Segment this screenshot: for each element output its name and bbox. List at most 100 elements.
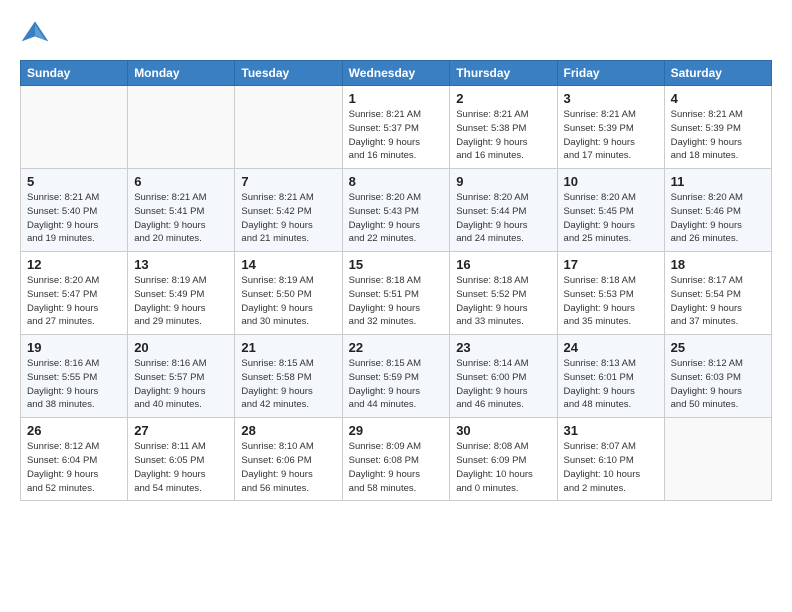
day-number: 1 bbox=[349, 91, 444, 106]
day-number: 27 bbox=[134, 423, 228, 438]
day-info: Sunrise: 8:14 AM Sunset: 6:00 PM Dayligh… bbox=[456, 357, 550, 412]
day-cell: 2Sunrise: 8:21 AM Sunset: 5:38 PM Daylig… bbox=[450, 86, 557, 169]
day-info: Sunrise: 8:16 AM Sunset: 5:55 PM Dayligh… bbox=[27, 357, 121, 412]
day-info: Sunrise: 8:12 AM Sunset: 6:04 PM Dayligh… bbox=[27, 440, 121, 495]
day-info: Sunrise: 8:19 AM Sunset: 5:49 PM Dayligh… bbox=[134, 274, 228, 329]
day-cell: 6 Sunrise: 8:21 AM Sunset: 5:41 PM Daylig… bbox=[128, 169, 235, 252]
day-cell: 18 Sunrise: 8:17 AM Sunset: 5:54 PM Dayli… bbox=[664, 252, 771, 335]
day-cell: 5 Sunrise: 8:21 AM Sunset: 5:40 PM Daylig… bbox=[21, 169, 128, 252]
day-number: 22 bbox=[349, 340, 444, 355]
header-day: Thursday bbox=[450, 61, 557, 86]
calendar-header: SundayMondayTuesdayWednesdayThursdayFrid… bbox=[21, 61, 772, 86]
day-info: Sunrise: 8:17 AM Sunset: 5:54 PM Dayligh… bbox=[671, 274, 765, 329]
day-number: 30 bbox=[456, 423, 550, 438]
page: SundayMondayTuesdayWednesdayThursdayFrid… bbox=[0, 0, 792, 521]
day-info: Sunrise: 8:15 AM Sunset: 5:59 PM Dayligh… bbox=[349, 357, 444, 412]
day-cell: 28Sunrise: 8:10 AM Sunset: 6:06 PM Dayli… bbox=[235, 418, 342, 501]
header-day: Saturday bbox=[664, 61, 771, 86]
day-info: Sunrise: 8:11 AM Sunset: 6:05 PM Dayligh… bbox=[134, 440, 228, 495]
day-info: Sunrise: 8:21 AM Sunset: 5:38 PM Dayligh… bbox=[456, 108, 550, 163]
day-number: 6 bbox=[134, 174, 228, 189]
day-number: 5 bbox=[27, 174, 121, 189]
day-info: Sunrise: 8:21 AM Sunset: 5:40 PM Dayligh… bbox=[27, 191, 121, 246]
day-info: Sunrise: 8:18 AM Sunset: 5:53 PM Dayligh… bbox=[564, 274, 658, 329]
week-row: 12 Sunrise: 8:20 AM Sunset: 5:47 PM Dayli… bbox=[21, 252, 772, 335]
day-cell: 8 Sunrise: 8:20 AM Sunset: 5:43 PM Daylig… bbox=[342, 169, 450, 252]
day-info: Sunrise: 8:09 AM Sunset: 6:08 PM Dayligh… bbox=[349, 440, 444, 495]
day-number: 7 bbox=[241, 174, 335, 189]
day-info: Sunrise: 8:21 AM Sunset: 5:37 PM Dayligh… bbox=[349, 108, 444, 163]
day-cell: 13Sunrise: 8:19 AM Sunset: 5:49 PM Dayli… bbox=[128, 252, 235, 335]
day-cell bbox=[664, 418, 771, 501]
day-cell: 3 Sunrise: 8:21 AM Sunset: 5:39 PM Daylig… bbox=[557, 86, 664, 169]
week-row: 5 Sunrise: 8:21 AM Sunset: 5:40 PM Daylig… bbox=[21, 169, 772, 252]
day-cell: 9Sunrise: 8:20 AM Sunset: 5:44 PM Daylig… bbox=[450, 169, 557, 252]
header-day: Friday bbox=[557, 61, 664, 86]
day-number: 8 bbox=[349, 174, 444, 189]
day-number: 15 bbox=[349, 257, 444, 272]
logo bbox=[20, 18, 54, 48]
day-info: Sunrise: 8:21 AM Sunset: 5:42 PM Dayligh… bbox=[241, 191, 335, 246]
day-info: Sunrise: 8:19 AM Sunset: 5:50 PM Dayligh… bbox=[241, 274, 335, 329]
day-info: Sunrise: 8:15 AM Sunset: 5:58 PM Dayligh… bbox=[241, 357, 335, 412]
day-cell: 30Sunrise: 8:08 AM Sunset: 6:09 PM Dayli… bbox=[450, 418, 557, 501]
day-info: Sunrise: 8:10 AM Sunset: 6:06 PM Dayligh… bbox=[241, 440, 335, 495]
day-number: 19 bbox=[27, 340, 121, 355]
day-info: Sunrise: 8:13 AM Sunset: 6:01 PM Dayligh… bbox=[564, 357, 658, 412]
day-number: 16 bbox=[456, 257, 550, 272]
day-cell: 19 Sunrise: 8:16 AM Sunset: 5:55 PM Dayli… bbox=[21, 335, 128, 418]
day-number: 21 bbox=[241, 340, 335, 355]
day-info: Sunrise: 8:21 AM Sunset: 5:39 PM Dayligh… bbox=[564, 108, 658, 163]
day-cell: 7 Sunrise: 8:21 AM Sunset: 5:42 PM Daylig… bbox=[235, 169, 342, 252]
day-info: Sunrise: 8:07 AM Sunset: 6:10 PM Dayligh… bbox=[564, 440, 658, 495]
day-cell: 11 Sunrise: 8:20 AM Sunset: 5:46 PM Dayli… bbox=[664, 169, 771, 252]
day-number: 24 bbox=[564, 340, 658, 355]
day-cell: 10 Sunrise: 8:20 AM Sunset: 5:45 PM Dayli… bbox=[557, 169, 664, 252]
day-cell: 14 Sunrise: 8:19 AM Sunset: 5:50 PM Dayli… bbox=[235, 252, 342, 335]
day-info: Sunrise: 8:12 AM Sunset: 6:03 PM Dayligh… bbox=[671, 357, 765, 412]
day-cell: 29Sunrise: 8:09 AM Sunset: 6:08 PM Dayli… bbox=[342, 418, 450, 501]
day-info: Sunrise: 8:20 AM Sunset: 5:45 PM Dayligh… bbox=[564, 191, 658, 246]
day-info: Sunrise: 8:21 AM Sunset: 5:41 PM Dayligh… bbox=[134, 191, 228, 246]
day-cell: 25Sunrise: 8:12 AM Sunset: 6:03 PM Dayli… bbox=[664, 335, 771, 418]
day-number: 11 bbox=[671, 174, 765, 189]
day-cell: 23 Sunrise: 8:14 AM Sunset: 6:00 PM Dayli… bbox=[450, 335, 557, 418]
day-number: 3 bbox=[564, 91, 658, 106]
day-number: 20 bbox=[134, 340, 228, 355]
day-info: Sunrise: 8:20 AM Sunset: 5:46 PM Dayligh… bbox=[671, 191, 765, 246]
day-cell: 20Sunrise: 8:16 AM Sunset: 5:57 PM Dayli… bbox=[128, 335, 235, 418]
day-cell: 21 Sunrise: 8:15 AM Sunset: 5:58 PM Dayli… bbox=[235, 335, 342, 418]
day-info: Sunrise: 8:21 AM Sunset: 5:39 PM Dayligh… bbox=[671, 108, 765, 163]
day-number: 18 bbox=[671, 257, 765, 272]
day-cell: 22 Sunrise: 8:15 AM Sunset: 5:59 PM Dayli… bbox=[342, 335, 450, 418]
day-number: 12 bbox=[27, 257, 121, 272]
day-number: 4 bbox=[671, 91, 765, 106]
day-number: 23 bbox=[456, 340, 550, 355]
day-number: 31 bbox=[564, 423, 658, 438]
header-day: Sunday bbox=[21, 61, 128, 86]
week-row: 1 Sunrise: 8:21 AM Sunset: 5:37 PM Daylig… bbox=[21, 86, 772, 169]
logo-icon bbox=[20, 18, 50, 48]
day-info: Sunrise: 8:18 AM Sunset: 5:51 PM Dayligh… bbox=[349, 274, 444, 329]
header bbox=[20, 18, 772, 48]
day-cell: 26 Sunrise: 8:12 AM Sunset: 6:04 PM Dayli… bbox=[21, 418, 128, 501]
day-cell bbox=[235, 86, 342, 169]
day-number: 14 bbox=[241, 257, 335, 272]
day-cell: 31 Sunrise: 8:07 AM Sunset: 6:10 PM Dayli… bbox=[557, 418, 664, 501]
day-info: Sunrise: 8:20 AM Sunset: 5:43 PM Dayligh… bbox=[349, 191, 444, 246]
day-cell: 27 Sunrise: 8:11 AM Sunset: 6:05 PM Dayli… bbox=[128, 418, 235, 501]
calendar-table: SundayMondayTuesdayWednesdayThursdayFrid… bbox=[20, 60, 772, 501]
header-day: Wednesday bbox=[342, 61, 450, 86]
calendar-body: 1 Sunrise: 8:21 AM Sunset: 5:37 PM Daylig… bbox=[21, 86, 772, 501]
day-info: Sunrise: 8:20 AM Sunset: 5:44 PM Dayligh… bbox=[456, 191, 550, 246]
day-cell: 4 Sunrise: 8:21 AM Sunset: 5:39 PM Daylig… bbox=[664, 86, 771, 169]
day-number: 26 bbox=[27, 423, 121, 438]
day-cell: 17 Sunrise: 8:18 AM Sunset: 5:53 PM Dayli… bbox=[557, 252, 664, 335]
week-row: 26 Sunrise: 8:12 AM Sunset: 6:04 PM Dayli… bbox=[21, 418, 772, 501]
day-number: 17 bbox=[564, 257, 658, 272]
day-info: Sunrise: 8:20 AM Sunset: 5:47 PM Dayligh… bbox=[27, 274, 121, 329]
day-number: 10 bbox=[564, 174, 658, 189]
day-cell: 24 Sunrise: 8:13 AM Sunset: 6:01 PM Dayli… bbox=[557, 335, 664, 418]
day-cell: 16Sunrise: 8:18 AM Sunset: 5:52 PM Dayli… bbox=[450, 252, 557, 335]
header-row: SundayMondayTuesdayWednesdayThursdayFrid… bbox=[21, 61, 772, 86]
